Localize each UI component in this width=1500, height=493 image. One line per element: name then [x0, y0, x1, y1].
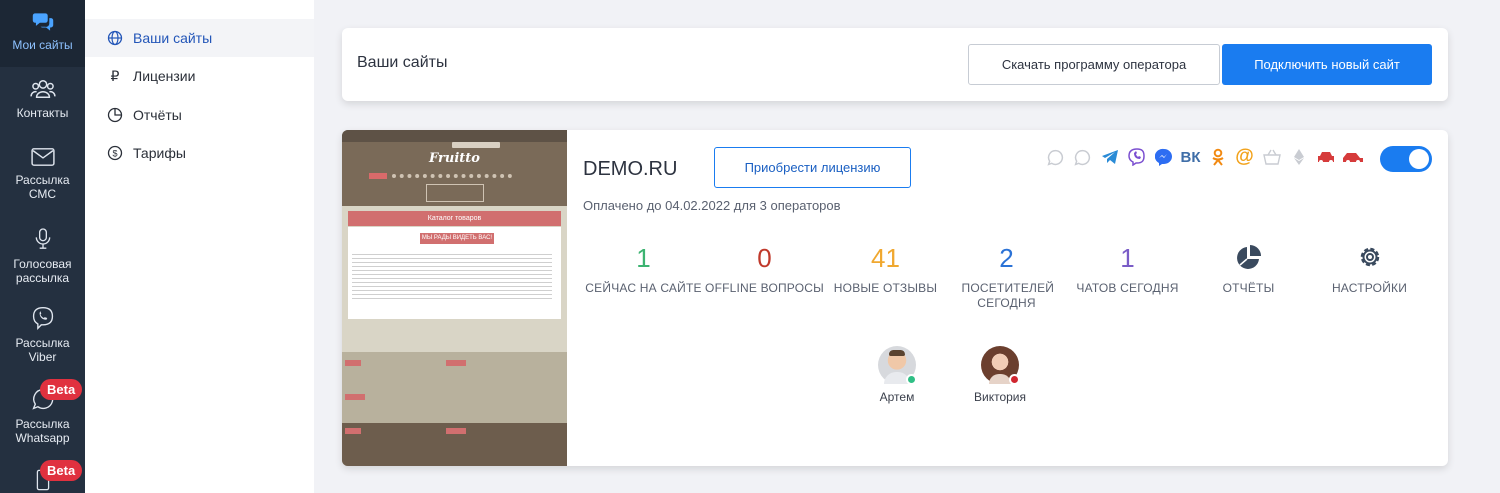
viber-icon — [32, 307, 53, 330]
stat-value: 41 — [871, 243, 900, 273]
whatsapp-icon[interactable] — [1042, 147, 1069, 167]
thumbnail-banner: МЫ РАДЫ ВИДЕТЬ ВАС! — [420, 233, 494, 244]
rail-item-sms[interactable]: Рассылка СМС — [0, 147, 85, 201]
rail-item-my-sites[interactable]: Мои сайты — [0, 0, 85, 67]
beta-badge: Beta — [40, 460, 83, 481]
stat-label: ЧАТОВ СЕГОДНЯ — [1076, 281, 1179, 295]
email-icon[interactable]: @ — [1231, 146, 1258, 167]
operator-name: Виктория — [973, 390, 1026, 404]
download-operator-app-button[interactable]: Скачать программу оператора — [968, 44, 1220, 85]
vk-icon[interactable]: ВК — [1177, 147, 1204, 167]
stat-label: ПОСЕТИТЕЛЕЙ СЕГОДНЯ — [961, 281, 1055, 310]
rail-item-label: Рассылка Viber — [15, 336, 70, 364]
gear-icon — [1360, 247, 1379, 267]
rail-item-label: Рассылка СМС — [15, 173, 70, 201]
online-status-dot — [906, 374, 917, 385]
site-stats: 1 СЕЙЧАС НА САЙТЕ 0 OFFLINE ВОПРОСЫ 41 Н… — [583, 244, 1433, 314]
operator-name: Артем — [879, 390, 915, 404]
buy-license-button[interactable]: Приобрести лицензию — [714, 147, 911, 188]
site-name: DEMO.RU — [583, 158, 678, 180]
page-title: Ваши сайты — [357, 54, 448, 71]
basket-icon[interactable] — [1258, 147, 1285, 167]
stat-visitors-today[interactable]: 2 ПОСЕТИТЕЛЕЙ СЕГОДНЯ — [946, 244, 1067, 311]
rail-item-viber[interactable]: Рассылка Viber — [0, 306, 85, 364]
pie-chart-icon — [107, 107, 123, 123]
rail-item-label: Контакты — [16, 106, 69, 120]
contacts-icon — [29, 80, 56, 98]
subnav-label: Отчёты — [133, 107, 182, 123]
stat-offline-questions[interactable]: 0 OFFLINE ВОПРОСЫ — [704, 244, 825, 296]
operator-item[interactable]: Артем — [852, 346, 942, 404]
subnav-label: Ваши сайты — [133, 30, 213, 46]
thumbnail-logo: Fruitto — [429, 151, 480, 166]
stat-new-reviews[interactable]: 41 НОВЫЕ ОТЗЫВЫ — [825, 244, 946, 296]
paid-until-text: Оплачено до 04.02.2022 для 3 операторов — [583, 198, 841, 213]
stat-value: 2 — [999, 243, 1014, 273]
stat-label: СЕЙЧАС НА САЙТЕ — [585, 281, 702, 295]
car-side-icon[interactable] — [1339, 147, 1366, 167]
avatar — [878, 346, 917, 385]
thumbnail-catalog: Каталог товаров — [348, 211, 561, 226]
stat-label: OFFLINE ВОПРОСЫ — [705, 281, 824, 295]
pie-chart-icon — [1236, 245, 1261, 269]
dollar-icon: $ — [107, 145, 123, 161]
rail-item-contacts[interactable]: Контакты — [0, 78, 85, 120]
stat-value: 1 — [636, 243, 651, 273]
globe-icon — [107, 30, 123, 46]
rail-item-label: Голосовая рассылка — [13, 257, 72, 285]
site-card: Fruitto Каталог товаров МЫ РАДЫ ВИДЕТЬ В… — [342, 130, 1448, 466]
stat-value: 1 — [1120, 243, 1135, 273]
subnav-item-sites[interactable]: Ваши сайты — [85, 19, 314, 57]
rail-item-label: Рассылка Whatsapp — [15, 417, 70, 445]
stat-reports[interactable]: ОТЧЁТЫ — [1188, 244, 1309, 296]
subnav-label: Лицензии — [133, 68, 196, 84]
stat-settings[interactable]: НАСТРОЙКИ — [1309, 244, 1430, 296]
stat-label: НОВЫЕ ОТЗЫВЫ — [833, 281, 938, 295]
connect-new-site-button[interactable]: Подключить новый сайт — [1222, 44, 1432, 85]
offline-status-dot — [1009, 374, 1020, 385]
site-enabled-toggle[interactable] — [1380, 146, 1432, 172]
svg-text:$: $ — [112, 149, 117, 159]
messenger-icon[interactable] — [1150, 147, 1177, 167]
stat-label: ОТЧЁТЫ — [1222, 281, 1275, 295]
avatar — [981, 346, 1020, 385]
whatsapp-icon[interactable] — [1069, 147, 1096, 167]
subnav-label: Тарифы — [133, 145, 186, 161]
rail-item-label: Мои сайты — [12, 38, 73, 52]
header-card: Ваши сайты Скачать программу оператора П… — [342, 28, 1448, 101]
rail-item-voice[interactable]: Голосовая рассылка — [0, 227, 85, 285]
sub-navigation: Ваши сайты ₽ Лицензии Отчёты $ Тарифы — [85, 0, 314, 493]
mail-icon — [30, 148, 55, 166]
stat-value: 0 — [757, 243, 772, 273]
subnav-item-licenses[interactable]: ₽ Лицензии — [85, 57, 314, 95]
chat-icon — [32, 13, 53, 31]
odnoklassniki-icon[interactable] — [1204, 147, 1231, 167]
beta-badge: Beta — [40, 379, 83, 400]
toggle-knob — [1409, 149, 1429, 169]
subnav-item-tariffs[interactable]: $ Тарифы — [85, 134, 314, 172]
channel-icons: ВК @ — [1042, 146, 1366, 167]
stat-label: НАСТРОЙКИ — [1331, 281, 1408, 295]
viber-icon[interactable] — [1123, 147, 1150, 167]
car-icon[interactable] — [1312, 147, 1339, 167]
stat-online-now[interactable]: 1 СЕЙЧАС НА САЙТЕ — [583, 244, 704, 296]
telegram-icon[interactable] — [1096, 147, 1123, 167]
site-thumbnail[interactable]: Fruitto Каталог товаров МЫ РАДЫ ВИДЕТЬ В… — [342, 130, 567, 466]
stat-chats-today[interactable]: 1 ЧАТОВ СЕГОДНЯ — [1067, 244, 1188, 296]
subnav-item-reports[interactable]: Отчёты — [85, 96, 314, 134]
ethereum-icon[interactable] — [1285, 147, 1312, 167]
microphone-icon — [35, 228, 50, 249]
ruble-icon: ₽ — [110, 67, 120, 84]
operator-item[interactable]: Виктория — [955, 346, 1045, 404]
main-rail: Мои сайты Контакты Рассылка СМС Голосова… — [0, 0, 85, 493]
